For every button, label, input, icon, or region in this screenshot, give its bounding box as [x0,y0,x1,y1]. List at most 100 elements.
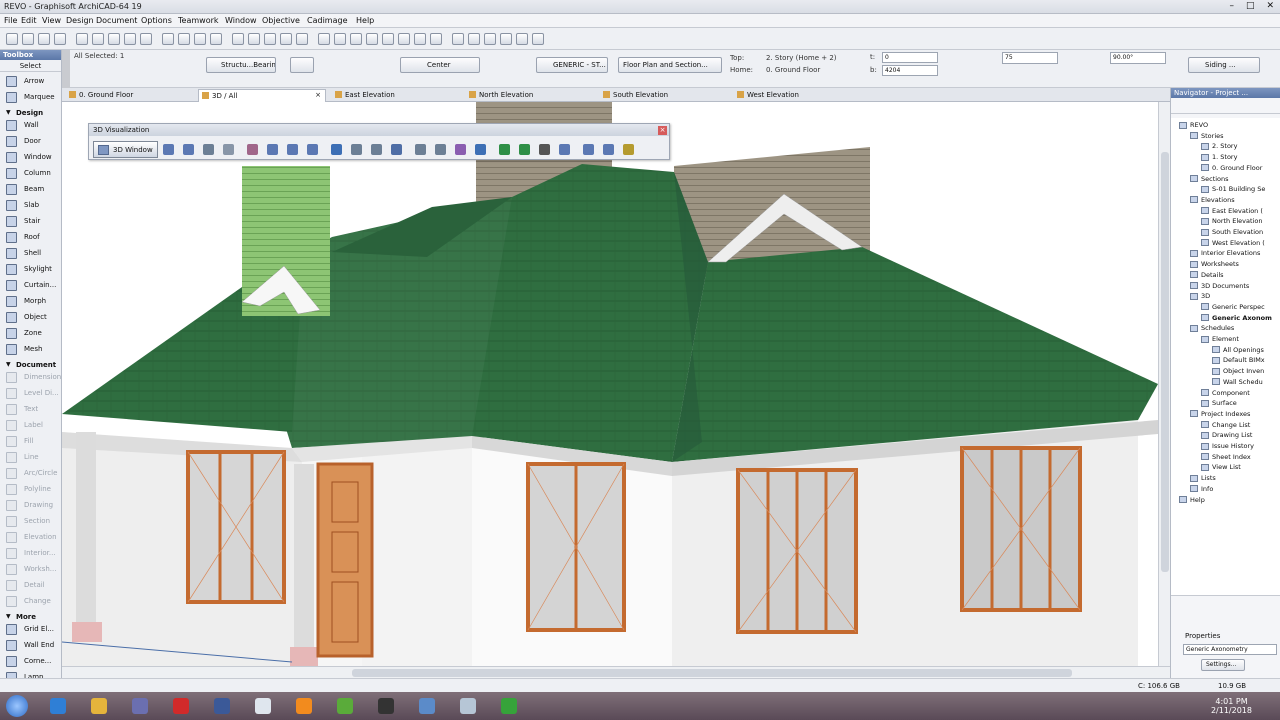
minimize-button[interactable]: – [1229,1,1234,11]
cutaway-icon[interactable] [351,144,362,155]
tool-column[interactable]: Column [0,166,62,181]
menu-options[interactable]: Options [141,16,172,25]
siding-selector[interactable]: Siding ... [1188,57,1260,73]
taskbar-app[interactable] [454,695,482,717]
nav-item[interactable]: North Elevation [1201,216,1262,226]
nav-item[interactable]: Surface [1201,398,1237,408]
sun-icon[interactable] [499,144,510,155]
top-offset-field[interactable]: 0 [882,52,938,63]
nav-item[interactable]: Change List [1201,420,1250,430]
layer-icon[interactable] [468,33,480,45]
undo-icon[interactable] [124,33,136,45]
home-view-icon[interactable] [287,144,298,155]
tab-0-ground-floor[interactable]: 0. Ground Floor [66,89,194,102]
taskbar-app[interactable] [126,695,154,717]
close-tab-icon[interactable]: × [315,91,321,99]
print-icon[interactable] [54,33,66,45]
nav-item[interactable]: Sheet Index [1201,452,1251,462]
bimx-icon[interactable] [516,33,528,45]
nav-item[interactable]: Stories [1190,131,1224,141]
nav-item[interactable]: Lists [1190,473,1216,483]
save-icon[interactable] [38,33,50,45]
tool-morph[interactable]: Morph [0,294,62,309]
tool-stair[interactable]: Stair [0,214,62,229]
line-type-button[interactable] [290,57,314,73]
check-icon[interactable] [532,33,544,45]
taskbar-app[interactable] [290,695,318,717]
tool-wall-end[interactable]: Wall End [0,638,62,653]
grid-icon[interactable] [264,33,276,45]
tool-grid-el[interactable]: Grid El... [0,622,62,637]
palette-close-icon[interactable]: × [658,126,667,135]
settings-button[interactable]: Settings... [1201,659,1245,671]
close-button[interactable]: ✕ [1266,1,1274,11]
3d-viewport[interactable] [62,102,1158,666]
nav-item[interactable]: View List [1201,462,1241,472]
tool-polyline[interactable]: Polyline [0,482,62,497]
cut-icon[interactable] [76,33,88,45]
tool-wall[interactable]: Wall [0,118,62,133]
nav-item[interactable]: Drawing List [1201,430,1252,440]
menu-edit[interactable]: Edit [21,16,37,25]
tool-corne[interactable]: Corne... [0,654,62,669]
gravity-icon[interactable] [210,33,222,45]
tool-roof[interactable]: Roof [0,230,62,245]
menu-cadimage[interactable]: Cadimage [307,16,347,25]
fillet-icon[interactable] [414,33,426,45]
elevate-icon[interactable] [334,33,346,45]
rotate-icon[interactable] [331,144,342,155]
nav-item[interactable]: Element [1201,334,1239,344]
redo-icon[interactable] [140,33,152,45]
light-icon[interactable] [519,144,530,155]
tool-arc-circle[interactable]: Arc/Circle [0,466,62,481]
nav-item[interactable]: S-01 Building Se [1201,184,1265,194]
nav-item[interactable]: Project Indexes [1190,409,1250,419]
tool-window[interactable]: Window [0,150,62,165]
new-icon[interactable] [6,33,18,45]
nav-item[interactable]: 3D [1190,291,1210,301]
menu-objective[interactable]: Objective [262,16,300,25]
tool-shell[interactable]: Shell [0,246,62,261]
start-button[interactable] [6,695,28,717]
open-icon[interactable] [22,33,34,45]
layer-selector[interactable]: Structu...Bearing [206,57,276,73]
tab-east-elevation[interactable]: East Elevation [332,89,462,102]
taskbar-app[interactable] [85,695,113,717]
nav-item[interactable]: REVO [1179,120,1208,130]
tab-west-elevation[interactable]: West Elevation [734,89,864,102]
nav-item[interactable]: Worksheets [1190,259,1239,269]
tool-skylight[interactable]: Skylight [0,262,62,277]
menu-teamwork[interactable]: Teamwork [178,16,219,25]
nav-item[interactable]: All Openings [1212,345,1264,355]
teamwork-icon[interactable] [500,33,512,45]
turn-icon[interactable] [307,144,318,155]
copy-icon[interactable] [92,33,104,45]
hide-icon[interactable] [371,144,382,155]
tool-detail[interactable]: Detail [0,578,62,593]
nav-item[interactable]: Info [1190,484,1213,494]
nav-item[interactable]: Interior Elevations [1190,248,1260,258]
trace-icon[interactable] [452,33,464,45]
adjust-icon[interactable] [382,33,394,45]
zoom-out-icon[interactable] [583,144,594,155]
tool-object[interactable]: Object [0,310,62,325]
view-name-field[interactable]: Generic Axonometry [1183,644,1277,655]
bottom-offset-field[interactable]: 4204 [882,65,938,76]
menu-window[interactable]: Window [225,16,257,25]
snap-icon[interactable] [232,33,244,45]
offset-icon[interactable] [350,33,362,45]
taskbar-app[interactable] [495,695,523,717]
magic-wand-icon[interactable] [194,33,206,45]
taskbar-app[interactable] [208,695,236,717]
nav-item[interactable]: Wall Schedu [1212,377,1263,387]
rotate-icon[interactable] [296,33,308,45]
tab-south-elevation[interactable]: South Elevation [600,89,730,102]
menu-file[interactable]: File [4,16,17,25]
nav-item[interactable]: Elevations [1190,195,1235,205]
taskbar-app[interactable] [413,695,441,717]
menu-document[interactable]: Document [96,16,137,25]
nav-item[interactable]: 0. Ground Floor [1201,163,1262,173]
nav-item[interactable]: Component [1201,388,1250,398]
nav-item[interactable]: 1. Story [1201,152,1237,162]
tool-mesh[interactable]: Mesh [0,342,62,357]
